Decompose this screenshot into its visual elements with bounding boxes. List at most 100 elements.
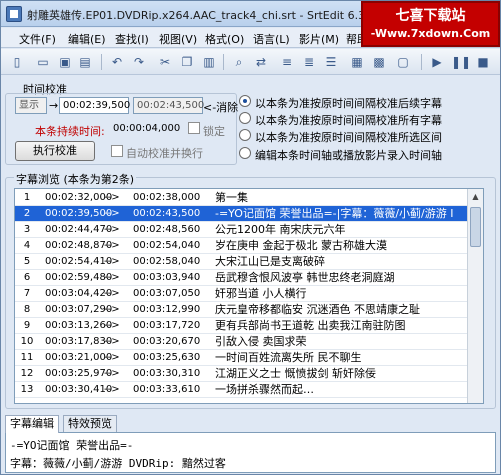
row-text: -=YO记面馆 荣誉出品=-|字幕：薇薇/小蓟/游游 I <box>215 207 454 220</box>
list-icon[interactable]: ▦ <box>349 54 365 70</box>
grid-icon[interactable]: ▩ <box>371 54 387 70</box>
row-end-time: 00:02:38,000 <box>133 192 201 203</box>
row-end-time: 00:03:33,610 <box>133 384 201 395</box>
copy-icon[interactable]: ❐ <box>179 54 195 70</box>
redo-icon[interactable]: ↷ <box>131 54 147 70</box>
row-text: 更有兵部尚书王道乾 出卖我江南驻防图 <box>215 319 406 332</box>
table-row[interactable]: 6 00:02:59,480 --> 00:03:03,940 岳武穆含恨风波亭 韩世忠… <box>15 269 483 286</box>
table-row[interactable]: 4 00:02:48,870 --> 00:02:54,040 岁在庚申 金起于极北 蒙… <box>15 237 483 254</box>
row-start-time: 00:03:17,830 <box>45 336 113 347</box>
row-start-time: 00:02:48,870 <box>45 240 113 251</box>
option-label-4[interactable]: 编辑本条时间轴或播放影片录入时间轴 <box>255 147 442 163</box>
execute-calibration-button[interactable]: 执行校准 <box>15 141 95 161</box>
menu-format[interactable]: 格式(O) <box>205 31 244 47</box>
row-text: 岳武穆含恨风波亭 韩世忠终老洞庭湖 <box>215 271 395 284</box>
row-start-time: 00:02:59,480 <box>45 272 113 283</box>
scroll-thumb[interactable] <box>470 207 481 247</box>
option-label-1[interactable]: 以本条为准按原时间间隔校准后续字幕 <box>255 95 442 111</box>
table-row[interactable]: 5 00:02:54,410 --> 00:02:58,040 大宋江山已是支离破碎 <box>15 253 483 270</box>
stop-icon[interactable]: ■ <box>475 54 491 70</box>
menu-find[interactable]: 查找(I) <box>115 31 149 47</box>
table-row[interactable]: 8 00:03:07,290 --> 00:03:12,990 庆元皇帝移都临安 沉迷酒… <box>15 301 483 318</box>
row-text: 公元1200年 南宋庆元六年 <box>215 223 346 236</box>
row-end-time: 00:02:43,500 <box>133 208 201 219</box>
menu-edit[interactable]: 编辑(E) <box>68 31 106 47</box>
toolbar-separator <box>421 54 422 70</box>
option-label-2[interactable]: 以本条为准按原时间间隔校准所有字幕 <box>255 112 442 128</box>
table-row[interactable]: 1 00:02:32,000 --> 00:02:38,000 第一集 <box>15 189 483 206</box>
row-start-time: 00:03:07,290 <box>45 304 113 315</box>
open-folder-icon[interactable]: ▭ <box>35 54 51 70</box>
save-as-icon[interactable]: ▤ <box>77 54 93 70</box>
pause-icon[interactable]: ❚❚ <box>451 54 471 70</box>
tab-subtitle-edit[interactable]: 字幕编辑 <box>5 415 59 433</box>
subtitle-table[interactable]: 13 00:03:30,410 --> 00:03:33,610 一场拼杀骤然而起… 12… <box>14 188 484 404</box>
cut-icon[interactable]: ✂ <box>157 54 173 70</box>
row-arrow: --> <box>104 288 120 299</box>
row-end-time: 00:02:58,040 <box>133 256 201 267</box>
row-number: 6 <box>23 272 31 283</box>
scroll-up-icon[interactable]: ▲ <box>468 189 483 204</box>
undo-icon[interactable]: ↶ <box>109 54 125 70</box>
frame-icon[interactable]: ▢ <box>395 54 411 70</box>
row-arrow: --> <box>104 208 120 219</box>
menu-language[interactable]: 语言(L) <box>253 31 290 47</box>
row-number: 11 <box>20 352 34 363</box>
row-number: 8 <box>23 304 31 315</box>
vertical-scrollbar[interactable]: ▲ <box>467 189 483 403</box>
row-text: 大宋江山已是支离破碎 <box>215 255 325 268</box>
toolbar-separator <box>223 54 224 70</box>
option-radio-2[interactable] <box>239 112 251 124</box>
row-arrow: --> <box>104 192 120 203</box>
table-row[interactable]: 12 00:03:25,970 --> 00:03:30,310 江湖正义之士 慨愤拔剑… <box>15 365 483 382</box>
new-file-icon[interactable]: ▯ <box>9 54 25 70</box>
lock-checkbox[interactable] <box>188 122 200 134</box>
menu-file[interactable]: 文件(F) <box>19 31 56 47</box>
option-label-3[interactable]: 以本条为准按原时间间隔校准所选区间 <box>255 129 442 145</box>
app-window: 射雕英雄传.EP01.DVDRip.x264.AAC_track4_chi.sr… <box>0 0 501 475</box>
option-radio-4[interactable] <box>239 147 251 159</box>
table-row[interactable]: 7 00:03:04,420 --> 00:03:07,050 奸邪当道 小人横行 <box>15 285 483 302</box>
undo-label[interactable]: <-消除 <box>203 99 238 115</box>
table-row[interactable]: 10 00:03:17,830 --> 00:03:20,670 引敌入侵 卖国求荣 <box>15 333 483 350</box>
subtitle-edit-textarea[interactable]: -=YO记面馆 荣誉出品=- 字幕：薇薇/小蓟/游游 DVDRip: 黯然过客 <box>5 432 496 473</box>
duration-value: 00:00:04,000 <box>113 123 181 134</box>
row-number: 13 <box>20 384 34 395</box>
row-arrow: --> <box>104 336 120 347</box>
option-radio-3[interactable] <box>239 129 251 141</box>
lock-label: 锁定 <box>203 125 225 138</box>
option-radio-1[interactable] <box>239 95 251 107</box>
table-row[interactable]: 13 00:03:30,410 --> 00:03:33,610 一场拼杀骤然而起… <box>15 381 483 398</box>
row-text: 第一集 <box>215 191 248 204</box>
second-time-field: 00:02:43,500 <box>133 97 204 114</box>
play-icon[interactable]: ▶ <box>429 54 445 70</box>
row-start-time: 00:02:32,000 <box>45 192 113 203</box>
save-icon[interactable]: ▣ <box>57 54 73 70</box>
row-end-time: 00:03:07,050 <box>133 288 201 299</box>
table-row[interactable]: 9 00:03:13,260 --> 00:03:17,720 更有兵部尚书王道乾 出卖… <box>15 317 483 334</box>
row-number: 1 <box>23 192 31 203</box>
menu-movie[interactable]: 影片(M) <box>299 31 339 47</box>
paste-icon[interactable]: ▥ <box>201 54 217 70</box>
row-start-time: 00:03:21,000 <box>45 352 113 363</box>
table-row[interactable]: 11 00:03:21,000 --> 00:03:25,630 一时间百姓流离失所 民… <box>15 349 483 366</box>
row-text: 岁在庚申 金起于极北 蒙古称雄大漠 <box>215 239 387 252</box>
align-left-icon[interactable]: ≡ <box>279 54 295 70</box>
replace-icon[interactable]: ⇄ <box>253 54 269 70</box>
subtitle-list-title: 字幕浏览 (本条为第2条) <box>14 171 137 187</box>
align-center-icon[interactable]: ≣ <box>301 54 317 70</box>
table-row[interactable]: 3 00:02:44,470 --> 00:02:48,560 公元1200年 南宋庆元… <box>15 221 483 238</box>
row-arrow: --> <box>104 272 120 283</box>
auto-calibrate-checkbox[interactable] <box>111 145 123 157</box>
table-row[interactable]: 2 00:02:39,500 --> 00:02:43,500 -=YO记面馆 荣誉出品… <box>15 205 483 222</box>
row-end-time: 00:03:25,630 <box>133 352 201 363</box>
display-label: 显示 <box>15 97 47 114</box>
row-start-time: 00:03:04,420 <box>45 288 113 299</box>
display-time-field[interactable]: 00:02:39,500 <box>59 97 130 114</box>
find-icon[interactable]: ⌕ <box>231 54 247 70</box>
menu-view[interactable]: 视图(V) <box>159 31 197 47</box>
tab-effect-preview[interactable]: 特效预览 <box>63 415 117 432</box>
align-right-icon[interactable]: ☰ <box>323 54 339 70</box>
edit-line-1: -=YO记面馆 荣誉出品=- <box>10 439 134 452</box>
row-arrow: --> <box>104 256 120 267</box>
